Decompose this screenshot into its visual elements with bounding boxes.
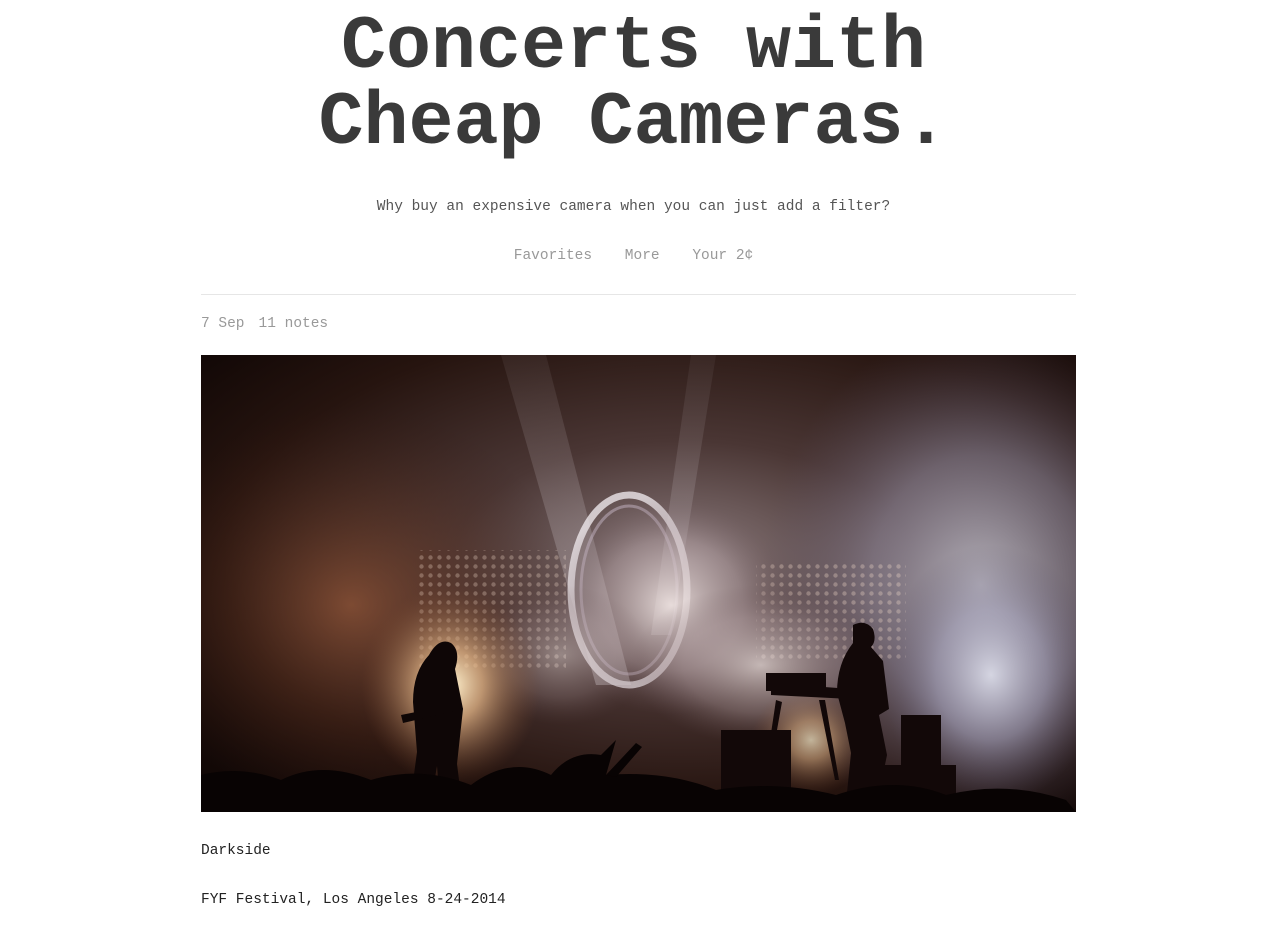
title-line-2: Cheap Cameras.: [318, 81, 949, 166]
post-caption-detail: FYF Festival, Los Angeles 8-24-2014: [201, 892, 506, 908]
main-nav: Favorites More Your 2¢: [0, 246, 1267, 266]
post-date-link[interactable]: 7 Sep: [201, 316, 245, 332]
title-line-1: Concerts with: [340, 5, 927, 90]
nav-link-your-2-cents[interactable]: Your 2¢: [692, 246, 753, 266]
post-meta: 7 Sep 11 notes: [201, 314, 342, 334]
nav-link-more[interactable]: More: [625, 246, 660, 266]
blog-tagline: Why buy an expensive camera when you can…: [376, 199, 891, 215]
post-caption-title: Darkside: [201, 843, 271, 859]
concert-photo[interactable]: [201, 355, 1076, 812]
post-notes-link[interactable]: 11 notes: [259, 316, 329, 332]
nav-link-favorites[interactable]: Favorites: [514, 246, 592, 266]
concert-photo-image: [201, 355, 1076, 812]
header-divider: [201, 294, 1076, 295]
page-title[interactable]: Concerts with Cheap Cameras.: [0, 10, 1267, 162]
